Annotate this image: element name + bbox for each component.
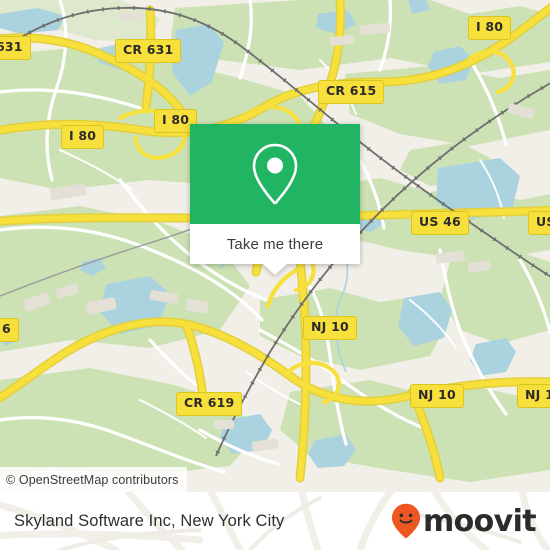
road-shield-nj-10-center: NJ 10 <box>303 316 357 340</box>
moovit-smiley-pin-icon <box>391 503 421 539</box>
place-title: Skyland Software Inc, New York City <box>14 511 285 530</box>
location-pin-icon <box>252 143 298 205</box>
road-shield-cr-619: CR 619 <box>176 392 243 416</box>
moovit-wordmark: moovit <box>422 504 537 539</box>
map-screenshot-root: 631 CR 631 CR 615 I 80 I 80 I 80 US 46 U… <box>0 0 550 550</box>
road-shield-cr-615: CR 615 <box>318 80 385 104</box>
osm-attribution[interactable]: © OpenStreetMap contributors <box>0 467 187 492</box>
moovit-logo[interactable]: moovit <box>391 492 537 550</box>
location-popup-card[interactable]: Take me there <box>190 124 360 275</box>
map-canvas[interactable]: 631 CR 631 CR 615 I 80 I 80 I 80 US 46 U… <box>0 0 550 492</box>
road-shield-cr-631: CR 631 <box>115 39 182 63</box>
popup-pointer-arrow <box>263 264 287 275</box>
road-shield-us-east: US <box>528 211 550 235</box>
road-shield-us-46: US 46 <box>411 211 469 235</box>
road-shield-i-80-west: I 80 <box>61 125 105 149</box>
bottom-info-bar: Skyland Software Inc, New York City moov… <box>0 492 550 550</box>
take-me-there-label: Take me there <box>226 235 324 253</box>
road-shield-cr-631-west: 631 <box>0 36 31 60</box>
road-shield-nj-10-south: NJ 10 <box>410 384 464 408</box>
popup-header <box>190 124 360 224</box>
road-shield-6-west: 6 <box>0 318 19 342</box>
road-shield-i-80-northeast: I 80 <box>468 16 512 40</box>
road-shield-nj-10-east: NJ 10 <box>517 384 550 408</box>
popup-footer[interactable]: Take me there <box>190 224 360 275</box>
